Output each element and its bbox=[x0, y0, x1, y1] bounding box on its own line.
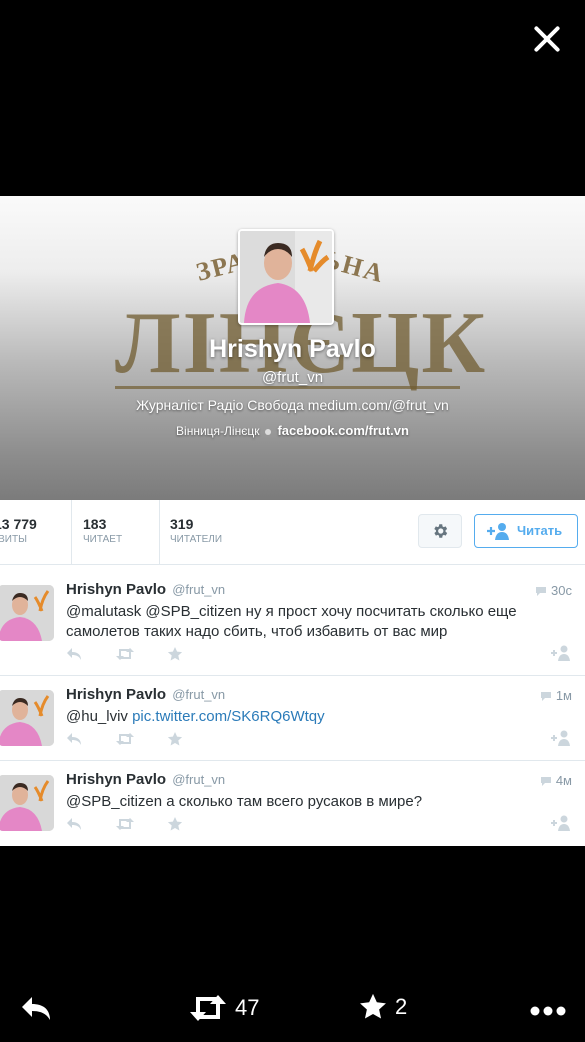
profile-url[interactable]: facebook.com/frut.vn bbox=[277, 423, 408, 438]
favorite-button[interactable]: 2 bbox=[359, 993, 407, 1021]
stat-followers-label: ЧИТАТЕЛИ bbox=[170, 534, 223, 545]
retweet-button[interactable]: 47 bbox=[189, 993, 259, 1023]
close-icon[interactable] bbox=[528, 20, 566, 58]
tweet-item[interactable]: Hrishyn Pavlo @frut_vn 30с @malutask @SP… bbox=[0, 571, 585, 676]
tweet-time: 4м bbox=[540, 773, 572, 788]
profile-banner: ЗРА ЬНА ЛІНЄЦК Hrishyn Pavlo @frut_vn Жу… bbox=[0, 196, 585, 500]
tweet-avatar[interactable] bbox=[0, 585, 54, 641]
profile-avatar[interactable] bbox=[238, 229, 334, 325]
tweet-author: Hrishyn Pavlo @frut_vn bbox=[66, 771, 225, 788]
follow-button[interactable]: Читать bbox=[474, 514, 578, 548]
follow-user-icon[interactable] bbox=[550, 645, 572, 666]
profile-location-row: Вінниця-Лінєцк facebook.com/frut.vn bbox=[0, 423, 585, 438]
profile-screenshot: ЗРА ЬНА ЛІНЄЦК Hrishyn Pavlo @frut_vn Жу… bbox=[0, 196, 585, 846]
star-icon bbox=[360, 993, 386, 1019]
favorite-icon[interactable] bbox=[167, 816, 183, 837]
tweet-time-value: 30с bbox=[551, 583, 572, 598]
tweet-time-value: 1м bbox=[555, 688, 572, 703]
tweet-author: Hrishyn Pavlo @frut_vn bbox=[66, 581, 225, 598]
stat-following-value: 183 bbox=[83, 516, 107, 532]
retweet-icon[interactable] bbox=[116, 732, 134, 751]
retweet-count: 47 bbox=[235, 995, 260, 1020]
add-user-icon bbox=[487, 523, 509, 540]
tweet-author-name: Hrishyn Pavlo bbox=[66, 686, 167, 703]
profile-bio: Журналіст Радіо Свобода medium.com/@frut… bbox=[136, 397, 449, 413]
tweet-time: 30с bbox=[535, 583, 572, 598]
tweet-author: Hrishyn Pavlo @frut_vn bbox=[66, 686, 225, 703]
bottom-action-bar: 47 2 bbox=[0, 980, 585, 1042]
retweet-icon bbox=[190, 995, 226, 1021]
separator-dot bbox=[265, 428, 272, 435]
reply-bubble-icon bbox=[536, 587, 547, 596]
stat-followers[interactable]: 319 ЧИТАТЕЛИ bbox=[159, 500, 259, 564]
tweet-item[interactable]: Hrishyn Pavlo @frut_vn 1м @hu_lviv pic.t… bbox=[0, 676, 585, 761]
tweet-text: @malutask @SPB_citizen ну я прост хочу п… bbox=[66, 603, 517, 640]
reply-button[interactable] bbox=[20, 995, 52, 1021]
follow-user-icon[interactable] bbox=[550, 730, 572, 751]
more-icon bbox=[530, 1006, 566, 1016]
follow-label: Читать bbox=[517, 523, 563, 538]
reply-icon[interactable] bbox=[66, 817, 82, 836]
gear-icon bbox=[434, 524, 448, 538]
reply-bubble-icon bbox=[540, 692, 551, 701]
reply-icon[interactable] bbox=[66, 732, 82, 751]
profile-handle: @frut_vn bbox=[261, 369, 324, 386]
favorite-icon[interactable] bbox=[167, 646, 183, 667]
retweet-icon[interactable] bbox=[116, 647, 134, 666]
more-button[interactable] bbox=[530, 1006, 566, 1016]
tweet-author-name: Hrishyn Pavlo bbox=[66, 581, 167, 598]
tweet-time: 1м bbox=[540, 688, 572, 703]
settings-button[interactable] bbox=[418, 514, 462, 548]
stat-tweets-label: ТВИТЫ bbox=[0, 534, 27, 545]
reply-icon[interactable] bbox=[66, 647, 82, 666]
favorite-icon[interactable] bbox=[167, 731, 183, 752]
tweet-author-handle: @frut_vn bbox=[172, 772, 226, 787]
reply-icon bbox=[22, 997, 50, 1020]
tweet-author-handle: @frut_vn bbox=[172, 582, 226, 597]
tweet-author-handle: @frut_vn bbox=[172, 687, 226, 702]
banner-underline bbox=[115, 386, 460, 389]
profile-location: Вінниця-Лінєцк bbox=[176, 424, 260, 438]
stat-tweets-value: 13 779 bbox=[0, 516, 37, 532]
tweet-item[interactable]: Hrishyn Pavlo @frut_vn 4м @SPB_citizen а… bbox=[0, 761, 585, 846]
retweet-icon[interactable] bbox=[116, 817, 134, 836]
tweet-avatar[interactable] bbox=[0, 775, 54, 831]
stat-followers-value: 319 bbox=[170, 516, 194, 532]
tweet-text: @hu_lviv bbox=[66, 708, 133, 725]
reply-bubble-icon bbox=[540, 777, 551, 786]
favorite-count: 2 bbox=[395, 994, 408, 1019]
tweet-text-row: @hu_lviv pic.twitter.com/SK6RQ6Wtqy bbox=[66, 707, 566, 727]
follow-user-icon[interactable] bbox=[550, 815, 572, 836]
tweet-time-value: 4м bbox=[555, 773, 572, 788]
profile-name: Hrishyn Pavlo bbox=[209, 335, 376, 363]
stat-tweets[interactable]: 13 779 ТВИТЫ bbox=[0, 500, 72, 564]
stat-following-label: ЧИТАЕТ bbox=[83, 534, 123, 545]
tweet-link[interactable]: pic.twitter.com/SK6RQ6Wtqy bbox=[132, 708, 325, 725]
tweet-avatar[interactable] bbox=[0, 690, 54, 746]
tweet-author-name: Hrishyn Pavlo bbox=[66, 771, 167, 788]
stat-following[interactable]: 183 ЧИТАЕТ bbox=[71, 500, 160, 564]
tweet-text: @SPB_citizen а сколько там всего русаков… bbox=[66, 793, 423, 810]
